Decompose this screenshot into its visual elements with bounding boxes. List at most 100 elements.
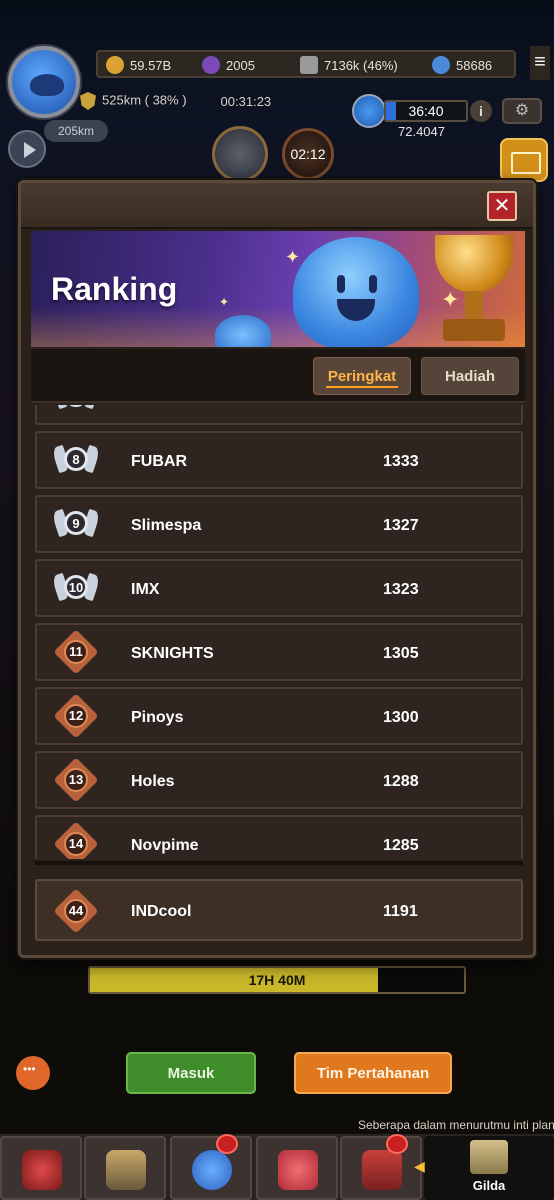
- nav-drill[interactable]: [84, 1136, 166, 1200]
- trophy-stem: [465, 291, 483, 321]
- ore-resource[interactable]: 7136k (46%): [300, 55, 398, 75]
- menu-button[interactable]: ≡: [530, 46, 550, 80]
- nav-slime[interactable]: [170, 1134, 252, 1200]
- crystal-amount: 58686: [456, 57, 493, 73]
- rank-number: 11: [69, 644, 83, 659]
- guild-name: SKNIGHTS: [131, 645, 214, 662]
- nav-guild-label: Gilda: [472, 1178, 506, 1193]
- trophy-base: [443, 319, 505, 341]
- list-divider: [35, 861, 523, 865]
- slime-illustration: [293, 237, 419, 347]
- tab-hadiah[interactable]: Hadiah: [421, 357, 519, 395]
- guild-score: 1323: [383, 581, 419, 598]
- guild-name: Novpime: [131, 837, 199, 854]
- timer-text: 36:40: [408, 103, 444, 119]
- my-guild-row[interactable]: 44 INDcool 1191: [35, 879, 523, 941]
- ore-icon: [300, 56, 318, 74]
- guild-score: 1333: [383, 453, 419, 470]
- badge-wing: [51, 405, 71, 410]
- slime-eye: [337, 275, 345, 293]
- tab-bar: Peringkat Hadiah: [31, 349, 525, 403]
- nav-gems[interactable]: [0, 1136, 82, 1200]
- gem-resource[interactable]: 2005: [202, 55, 255, 75]
- sparkle-icon: ✦: [285, 247, 301, 267]
- timer-fill: [386, 102, 396, 120]
- top-hud: 59.57B 2005 7136k (46%) 58686 ≡ 525km ( …: [0, 0, 554, 182]
- ranking-row[interactable]: 10 IMX 1323: [35, 559, 523, 617]
- guild-score: 1333: [383, 405, 419, 407]
- news-ticker: Seberapa dalam menurutmu inti planet: [358, 1118, 554, 1132]
- play-button[interactable]: [8, 130, 46, 168]
- bottom-nav: Gilda: [0, 1134, 554, 1200]
- crystal-icon: [432, 56, 450, 74]
- gold-resource[interactable]: 59.57B: [106, 55, 171, 75]
- sparkle-icon: ✦: [219, 295, 230, 309]
- silver-rank-badge-icon: 8: [51, 442, 101, 478]
- distance-text: 525km ( 38% ): [102, 92, 187, 108]
- rank-number: 12: [68, 708, 84, 723]
- guild-score: 1327: [383, 517, 419, 534]
- ranking-row[interactable]: 13 Holes 1288: [35, 751, 523, 809]
- quest-scroll-icon: [362, 1150, 402, 1190]
- ore-amount: 7136k (46%): [324, 57, 398, 73]
- guild-score: 1305: [383, 645, 419, 662]
- notification-badge: [216, 1134, 238, 1154]
- km-pill: 205km: [44, 120, 108, 142]
- enter-button[interactable]: Masuk: [126, 1052, 256, 1094]
- guild-crest-icon: [470, 1140, 508, 1174]
- resource-bar: 59.57B 2005 7136k (46%) 58686: [96, 50, 516, 78]
- timer-value: 72.4047: [398, 124, 445, 139]
- potion-icon: [278, 1150, 318, 1190]
- ranking-row[interactable]: 9 Slimespa 1327: [35, 495, 523, 553]
- rank-number: 8: [72, 452, 80, 467]
- rank-number: 10: [68, 580, 84, 595]
- slime-timer-icon: [352, 94, 386, 128]
- guild-name: IMX: [131, 581, 160, 598]
- shield-icon: [80, 92, 96, 110]
- nav-quest[interactable]: [340, 1134, 422, 1200]
- gem-icon: [202, 56, 220, 74]
- bronze-rank-badge-icon: 44: [53, 888, 99, 934]
- guild-score: 1191: [383, 903, 418, 920]
- distance-info: 525km ( 38% ): [80, 92, 187, 110]
- bronze-rank-badge-icon: 14: [53, 821, 99, 859]
- progress-label: 17H 40M: [248, 972, 306, 988]
- guild-name: INDcool: [131, 903, 192, 920]
- ranking-row[interactable]: 14 Novpime 1285: [35, 815, 523, 859]
- ranking-row[interactable]: 11 SKNIGHTS 1305: [35, 623, 523, 681]
- settings-gear-button[interactable]: ⚙: [502, 98, 542, 124]
- ranking-row[interactable]: 12 Pinoys 1300: [35, 687, 523, 745]
- slime-face: [30, 74, 64, 96]
- trophy-cup: [435, 235, 513, 293]
- ranking-row[interactable]: 8 FUBAR 1333: [35, 431, 523, 489]
- modal-header: [21, 183, 533, 229]
- nav-guild[interactable]: Gilda: [424, 1136, 554, 1200]
- nav-potion[interactable]: [256, 1136, 338, 1200]
- skill-timer[interactable]: 02:12: [282, 128, 334, 180]
- ranking-list[interactable]: 7Freaks13338FUBAR13339Slimespa132710IMX1…: [35, 405, 523, 859]
- badge-wing: [81, 405, 101, 410]
- drill-skill-icon[interactable]: [212, 126, 268, 182]
- tab-peringkat[interactable]: Peringkat: [313, 357, 411, 395]
- ranking-modal: ✕ ✦ ✦ ✦ Ranking Peringkat Hadiah 7 Freaks…: [18, 180, 536, 958]
- slime-eye: [369, 275, 377, 293]
- ranking-row[interactable]: 7 Freaks 1333: [35, 405, 523, 425]
- silver-rank-badge-icon: 10: [51, 570, 101, 606]
- guild-score: 1288: [383, 773, 419, 790]
- bronze-rank-badge-icon: 12: [53, 693, 99, 739]
- elapsed-time: 00:31:23: [220, 93, 272, 109]
- silver-rank-badge-icon: 7: [51, 405, 101, 414]
- player-avatar[interactable]: [8, 46, 80, 118]
- crystal-resource[interactable]: 58686: [432, 55, 492, 75]
- gem-amount: 2005: [226, 57, 255, 73]
- guild-score: 1300: [383, 709, 419, 726]
- chat-button[interactable]: [16, 1056, 50, 1090]
- slime-icon: [192, 1150, 232, 1190]
- info-button[interactable]: i: [470, 100, 492, 122]
- drill-icon: [106, 1150, 146, 1190]
- close-button[interactable]: ✕: [487, 191, 517, 221]
- small-slime-illustration: [215, 315, 271, 347]
- mail-button[interactable]: [500, 138, 548, 182]
- guild-name: Freaks: [131, 405, 183, 407]
- defense-team-button[interactable]: Tim Pertahanan: [294, 1052, 452, 1094]
